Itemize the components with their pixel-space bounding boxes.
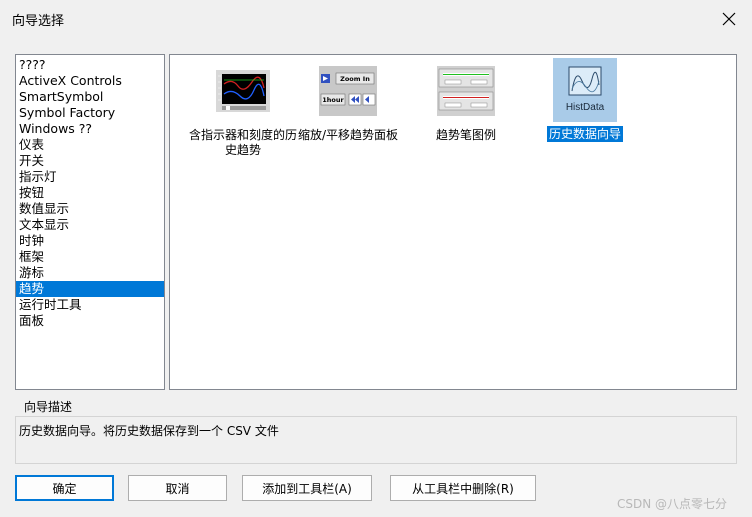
wizard-tile-zoom-pan[interactable]: Zoom In 1hour 缩放/平移趋势面板 xyxy=(289,55,407,143)
wizard-caption: 含指示器和刻度的历史趋势 xyxy=(188,128,297,157)
histdata-label: HistData xyxy=(566,102,605,113)
hour-label: 1hour xyxy=(322,96,344,104)
zoom-pan-panel-icon: Zoom In 1hour xyxy=(315,64,381,118)
wizard-tile-pen-legend[interactable]: 趋势笔图例 xyxy=(407,55,525,143)
list-item[interactable]: SmartSymbol xyxy=(16,89,164,105)
list-item[interactable]: 指示灯 xyxy=(16,169,164,185)
close-icon xyxy=(722,12,736,26)
list-item[interactable]: 文本显示 xyxy=(16,217,164,233)
description-box: 历史数据向导。将历史数据保存到一个 CSV 文件 xyxy=(15,416,737,464)
add-to-toolbar-button[interactable]: 添加到工具栏(A) xyxy=(242,475,372,501)
watermark: CSDN @八点零七分 xyxy=(617,497,728,511)
list-item[interactable]: ActiveX Controls xyxy=(16,73,164,89)
list-item[interactable]: ???? xyxy=(16,57,164,73)
window-title: 向导选择 xyxy=(12,14,65,29)
ok-button[interactable]: 确定 xyxy=(15,475,114,501)
wizard-caption: 历史数据向导 xyxy=(546,126,623,142)
title-bar: 向导选择 xyxy=(0,0,752,38)
list-item[interactable]: Symbol Factory xyxy=(16,105,164,121)
cancel-button[interactable]: 取消 xyxy=(128,475,227,501)
list-item[interactable]: 开关 xyxy=(16,153,164,169)
list-item[interactable]: 面板 xyxy=(16,313,164,329)
wizard-tile-indicator-trend[interactable]: 含指示器和刻度的历史趋势 xyxy=(184,55,302,158)
histdata-icon: HistData xyxy=(553,58,617,122)
pen-legend-icon xyxy=(433,64,499,118)
wizard-tile-histdata[interactable]: HistData 历史数据向导 xyxy=(526,55,644,142)
remove-from-toolbar-button[interactable]: 从工具栏中删除(R) xyxy=(390,475,536,501)
list-item[interactable]: 数值显示 xyxy=(16,201,164,217)
list-item[interactable]: 运行时工具 xyxy=(16,297,164,313)
category-list[interactable]: ???? ActiveX Controls SmartSymbol Symbol Fa… xyxy=(15,54,165,390)
zoom-in-label: Zoom In xyxy=(340,75,370,83)
list-item[interactable]: Windows ?? xyxy=(16,121,164,137)
wizard-icon-view[interactable]: 含指示器和刻度的历史趋势 Zoom In 1hour 缩放/平移趋势面板 趋势笔… xyxy=(169,54,737,390)
wizard-caption: 缩放/平移趋势面板 xyxy=(297,128,399,142)
wizard-caption: 趋势笔图例 xyxy=(435,128,496,142)
close-button[interactable] xyxy=(714,4,744,34)
list-item[interactable]: 游标 xyxy=(16,265,164,281)
list-item[interactable]: 时钟 xyxy=(16,233,164,249)
description-label: 向导描述 xyxy=(24,400,73,414)
list-item[interactable]: 框架 xyxy=(16,249,164,265)
wizard-caption-text: 历史数据向导 xyxy=(546,126,623,142)
list-item[interactable]: 按钮 xyxy=(16,185,164,201)
indicator-trend-icon xyxy=(210,64,276,118)
list-item[interactable]: 趋势 xyxy=(16,281,164,297)
list-item[interactable]: 仪表 xyxy=(16,137,164,153)
